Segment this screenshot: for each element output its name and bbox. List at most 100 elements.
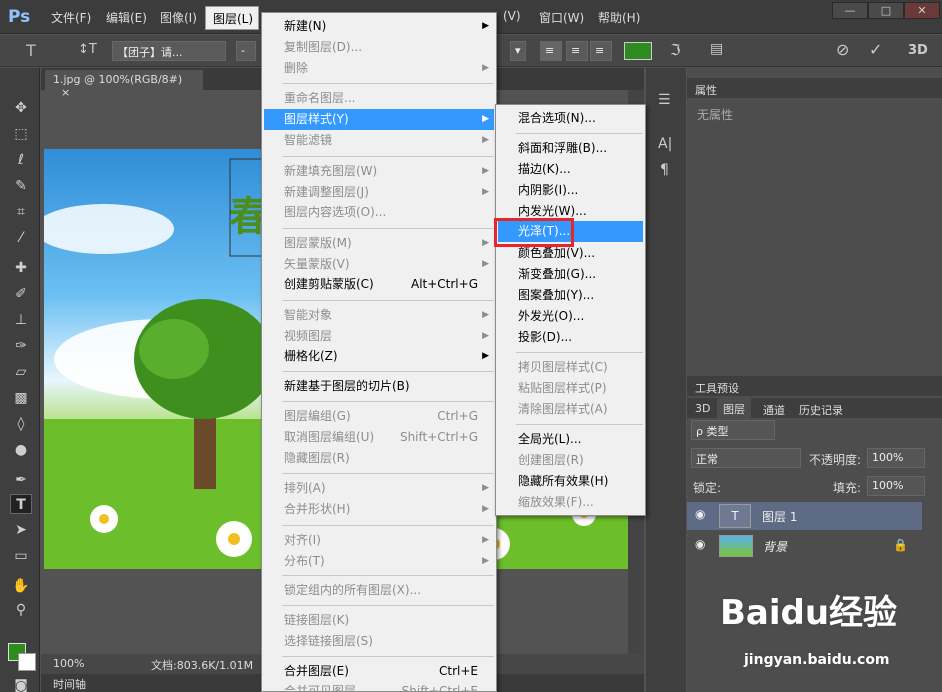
background-color-swatch[interactable] <box>18 653 36 671</box>
eyedropper-tool-icon[interactable]: ⁄ <box>10 228 32 248</box>
menu-image[interactable]: 图像(I) <box>160 9 197 26</box>
menu-item[interactable]: 图层内容选项(O)... <box>264 202 494 223</box>
menu-item[interactable]: 创建图层(R) <box>498 450 643 471</box>
move-tool-icon[interactable]: ✥ <box>10 98 32 118</box>
menu-item[interactable]: 投影(D)... <box>498 327 643 348</box>
menu-item[interactable]: 渐变叠加(G)... <box>498 264 643 285</box>
menu-item[interactable]: 删除 ▶ <box>264 58 494 79</box>
character-style-icon[interactable]: A| <box>658 136 672 152</box>
font-style-select[interactable]: - <box>236 41 256 61</box>
menu-item[interactable]: 排列(A) ▶ <box>264 478 494 499</box>
menu-item[interactable]: 合并可见图层 Shift+Ctrl+E <box>264 681 494 692</box>
commit-check-icon[interactable]: ✓ <box>869 40 882 59</box>
zoom-tool-icon[interactable]: ⚲ <box>10 600 32 620</box>
crop-tool-icon[interactable]: ⌗ <box>10 202 32 222</box>
menu-item[interactable]: 图层样式(Y) ▶ <box>264 109 494 130</box>
panels-toggle-icon[interactable]: ▤ <box>710 41 723 57</box>
menu-item[interactable]: 内阴影(I)... <box>498 180 643 201</box>
character-panel-icon[interactable]: ☰ <box>658 92 671 108</box>
tab-layers[interactable]: 图层 <box>717 398 751 420</box>
menu-item[interactable]: 视频图层 ▶ <box>264 326 494 347</box>
lasso-tool-icon[interactable]: ℓ <box>10 150 32 170</box>
layer-row[interactable]: ◉ T 图层 1 <box>687 502 922 530</box>
menu-item[interactable]: 重命名图层... <box>264 88 494 109</box>
layer-name[interactable]: 背景 <box>763 538 787 555</box>
menu-item[interactable]: 锁定组内的所有图层(X)... <box>264 580 494 601</box>
menu-item[interactable]: 矢量蒙版(V) ▶ <box>264 254 494 275</box>
blend-mode-select[interactable]: 正常 <box>691 448 801 468</box>
history-brush-icon[interactable]: ✑ <box>10 336 32 356</box>
menu-view[interactable]: (V) <box>503 9 521 23</box>
cancel-icon[interactable]: ⊘ <box>836 40 849 59</box>
warp-text-icon[interactable]: ℑ <box>670 41 680 59</box>
size-dropdown[interactable]: ▾ <box>510 41 526 61</box>
visibility-eye-icon[interactable]: ◉ <box>695 507 705 521</box>
menu-file[interactable]: 文件(F) <box>51 9 91 26</box>
tab-3d[interactable]: 3D <box>689 400 716 417</box>
menu-item[interactable]: 智能滤镜 ▶ <box>264 130 494 151</box>
menu-layer[interactable]: 图层(L) <box>205 6 259 30</box>
menu-item[interactable]: 缩放效果(F)... <box>498 492 643 513</box>
menu-item[interactable]: 斜面和浮雕(B)... <box>498 138 643 159</box>
tab-tool-presets[interactable]: 工具预设 <box>689 378 745 398</box>
3d-button[interactable]: 3D <box>908 43 928 58</box>
menu-item[interactable]: 描边(K)... <box>498 159 643 180</box>
menu-item[interactable]: 全局光(L)... <box>498 429 643 450</box>
menu-item[interactable]: 新建调整图层(J) ▶ <box>264 182 494 203</box>
type-tool-icon[interactable]: T <box>26 41 36 60</box>
menu-item[interactable]: 图层蒙版(M) ▶ <box>264 233 494 254</box>
menu-edit[interactable]: 编辑(E) <box>106 9 147 26</box>
eraser-tool-icon[interactable]: ▱ <box>10 362 32 382</box>
menu-help[interactable]: 帮助(H) <box>598 9 640 26</box>
minimize-button[interactable]: — <box>832 2 868 19</box>
menu-item[interactable]: 清除图层样式(A) <box>498 399 643 420</box>
menu-item[interactable]: 链接图层(K) <box>264 610 494 631</box>
menu-item[interactable]: 拷贝图层样式(C) <box>498 357 643 378</box>
layer-name[interactable]: 图层 1 <box>762 508 797 525</box>
menu-item[interactable]: 智能对象 ▶ <box>264 305 494 326</box>
menu-item[interactable]: 栅格化(Z) ▶ <box>264 346 494 367</box>
menu-item[interactable]: 外发光(O)... <box>498 306 643 327</box>
menu-item[interactable]: 合并图层(E) Ctrl+E <box>264 661 494 682</box>
quick-mask-icon[interactable]: ◙ <box>10 676 32 692</box>
type-tool-icon[interactable]: T <box>10 494 32 514</box>
menu-item[interactable]: 新建填充图层(W) ▶ <box>264 161 494 182</box>
visibility-eye-icon[interactable]: ◉ <box>695 537 705 551</box>
document-tab[interactable]: 1.jpg @ 100%(RGB/8#) × <box>45 70 203 99</box>
zoom-level[interactable]: 100% <box>53 657 84 670</box>
menu-item[interactable]: 复制图层(D)... <box>264 37 494 58</box>
align-right-icon[interactable]: ≡ <box>590 41 612 61</box>
blur-tool-icon[interactable]: ◊ <box>10 414 32 434</box>
healing-brush-icon[interactable]: ✚ <box>10 258 32 278</box>
align-left-icon[interactable]: ≡ <box>540 41 562 61</box>
quick-select-tool-icon[interactable]: ✎ <box>10 176 32 196</box>
timeline-tab[interactable]: 时间轴 <box>53 676 86 692</box>
menu-item[interactable]: 分布(T) ▶ <box>264 551 494 572</box>
menu-item[interactable]: 对齐(I) ▶ <box>264 530 494 551</box>
menu-item[interactable]: 混合选项(N)... <box>498 108 643 129</box>
orientation-toggle-icon[interactable]: ↕T <box>78 42 97 57</box>
maximize-button[interactable]: □ <box>868 2 904 19</box>
menu-item[interactable]: 创建剪贴蒙版(C) Alt+Ctrl+G <box>264 274 494 295</box>
marquee-tool-icon[interactable]: ⬚ <box>10 124 32 144</box>
pen-tool-icon[interactable]: ✒ <box>10 470 32 490</box>
shape-tool-icon[interactable]: ▭ <box>10 546 32 566</box>
menu-item[interactable]: 图案叠加(Y)... <box>498 285 643 306</box>
tab-history[interactable]: 历史记录 <box>793 400 849 420</box>
paragraph-icon[interactable]: ¶ <box>660 162 669 178</box>
menu-window[interactable]: 窗口(W) <box>539 9 584 26</box>
hand-tool-icon[interactable]: ✋ <box>10 576 32 596</box>
text-color-swatch[interactable] <box>624 42 652 60</box>
fill-input[interactable]: 100% <box>867 476 925 496</box>
dodge-tool-icon[interactable]: ● <box>10 440 32 460</box>
align-center-icon[interactable]: ≡ <box>566 41 588 61</box>
menu-item[interactable]: 图层编组(G) Ctrl+G <box>264 406 494 427</box>
menu-item[interactable]: 隐藏所有效果(H) <box>498 471 643 492</box>
font-family-select[interactable]: 【团子】请... <box>112 41 226 61</box>
brush-tool-icon[interactable]: ✐ <box>10 284 32 304</box>
close-button[interactable]: ✕ <box>904 2 940 19</box>
menu-item[interactable]: 新建(N) ▶ <box>264 16 494 37</box>
layer-filter-kind[interactable]: ρ 类型 <box>691 420 775 440</box>
document-tab-close[interactable]: × <box>61 86 70 99</box>
menu-item[interactable]: 粘贴图层样式(P) <box>498 378 643 399</box>
